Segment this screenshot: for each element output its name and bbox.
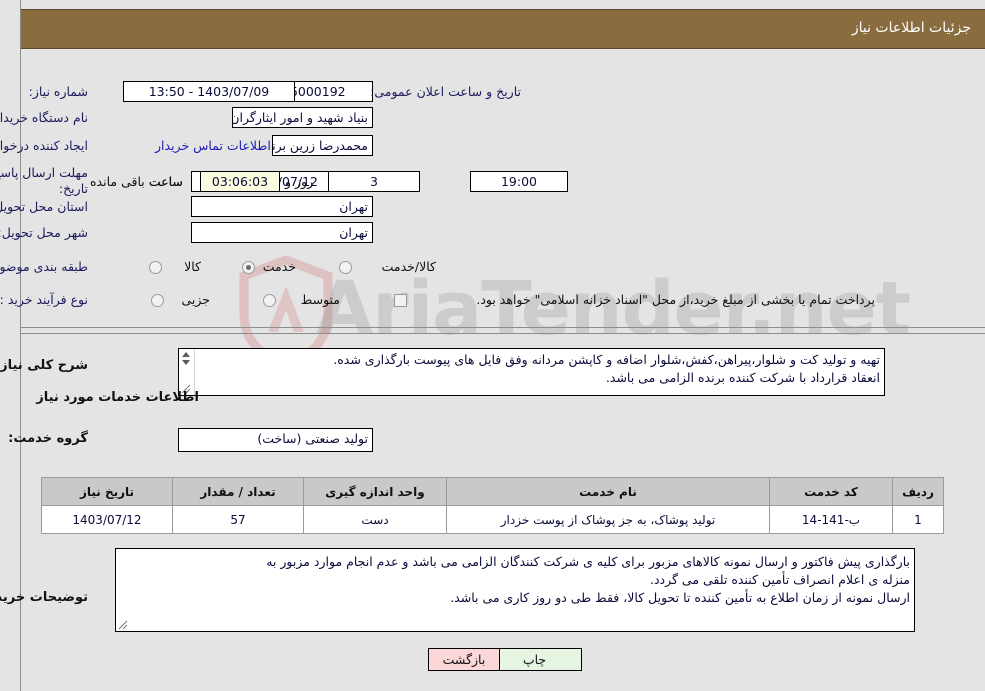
remaining-time-field: 03:06:03	[200, 171, 280, 192]
deadline-hour-field[interactable]: 19:00	[470, 171, 568, 192]
description-label: شرح کلی نیاز:	[0, 358, 88, 373]
province-label: استان محل تحویل:	[0, 199, 88, 214]
scroll-down-icon[interactable]	[182, 360, 190, 365]
cell-need-date: 1403/07/12	[41, 505, 173, 534]
category-radio-2[interactable]	[339, 261, 352, 274]
description-text: تهیه و تولید کت و شلوار،پیراهن،کفش،شلوار…	[333, 351, 880, 387]
description-scrollbar[interactable]	[179, 349, 195, 395]
category-radio-0[interactable]	[149, 261, 162, 274]
scroll-up-icon[interactable]	[182, 352, 190, 357]
description-line-0: تهیه و تولید کت و شلوار،پیراهن،کفش،شلوار…	[333, 352, 880, 367]
buyer-notes-label: توضیحات خریدار:	[0, 590, 88, 605]
process-radio-0[interactable]	[151, 294, 164, 307]
category-label-2: کالا/خدمت	[381, 259, 436, 274]
col-row-no: ردیف	[892, 477, 944, 506]
services-section-heading: اطلاعات خدمات مورد نیاز	[36, 390, 199, 405]
category-label-1: خدمت	[262, 259, 296, 274]
back-button[interactable]: بازگشت	[428, 648, 500, 671]
process-radio-1[interactable]	[263, 294, 276, 307]
form-divider-2	[21, 333, 985, 334]
buyer-notes-textarea[interactable]: بارگذاری پیش فاکتور و ارسال نمونه کالاها…	[115, 548, 915, 632]
buyer-notes-line-2: ارسال نمونه از زمان اطلاع به تأمین کننده…	[450, 590, 910, 605]
process-label-0: جزیی	[181, 292, 210, 307]
buyer-org-field[interactable]: بنیاد شهید و امور ایثارگران	[232, 107, 373, 128]
treasury-docs-text: پرداخت تمام یا بخشی از مبلغ خرید،از محل …	[476, 292, 875, 307]
col-service-code: کد خدمت	[769, 477, 893, 506]
need-number-label: شماره نیاز:	[28, 84, 88, 99]
col-service-name: نام خدمت	[446, 477, 770, 506]
service-group-label: گروه خدمت:	[8, 431, 88, 446]
city-field[interactable]: تهران	[191, 222, 373, 243]
requester-label: ایجاد کننده درخواست:	[0, 138, 88, 153]
process-label-1: متوسط	[300, 292, 340, 307]
remaining-days-field[interactable]: 3	[328, 171, 420, 192]
col-unit: واحد اندازه گیری	[303, 477, 447, 506]
print-button[interactable]: چاپ	[487, 648, 582, 671]
table-row[interactable]: 1 ب-141-14 تولید پوشاک، به جز پوشاک از پ…	[41, 505, 944, 534]
description-textarea[interactable]: تهیه و تولید کت و شلوار،پیراهن،کفش،شلوار…	[178, 348, 885, 396]
category-label-0: کالا	[184, 259, 201, 274]
table-header-row: ردیف کد خدمت نام خدمت واحد اندازه گیری ت…	[41, 477, 944, 506]
deadline-label-line2: تاریخ:	[58, 181, 88, 196]
cell-row-no: 1	[892, 505, 944, 534]
deadline-label-line1: مهلت ارسال پاسخ: تا	[0, 165, 88, 180]
buyer-notes-line-0: بارگذاری پیش فاکتور و ارسال نمونه کالاها…	[266, 554, 910, 569]
remaining-days-suffix: روز و	[285, 174, 314, 189]
resize-grip-icon[interactable]	[118, 620, 128, 630]
cell-service-name: تولید پوشاک، به جز پوشاک از پوست خزدار	[446, 505, 770, 534]
announce-datetime-label: تاریخ و ساعت اعلان عمومی:	[370, 84, 521, 99]
description-line-1: انعقاد قرارداد با شرکت کننده برنده الزام…	[605, 370, 880, 385]
announce-datetime-field[interactable]: 1403/07/09 - 13:50	[123, 81, 295, 102]
cell-quantity: 57	[172, 505, 304, 534]
province-field[interactable]: تهران	[191, 196, 373, 217]
col-quantity: تعداد / مقدار	[172, 477, 304, 506]
remaining-time-suffix: ساعت باقی مانده	[90, 174, 183, 189]
requester-field[interactable]: محمدرضا زرین برنا کارشناس مسئول بنیاد شه…	[272, 135, 373, 156]
cell-unit: دست	[303, 505, 447, 534]
category-radio-1[interactable]	[242, 261, 255, 274]
treasury-docs-checkbox[interactable]	[394, 294, 407, 307]
process-label: نوع فرآیند خرید :	[0, 292, 88, 307]
buyer-notes-text: بارگذاری پیش فاکتور و ارسال نمونه کالاها…	[266, 553, 910, 607]
form-divider-1	[21, 327, 985, 328]
buyer-notes-scrollbar[interactable]	[116, 549, 131, 631]
cell-service-code: ب-141-14	[769, 505, 893, 534]
city-label: شهر محل تحویل:	[0, 225, 88, 240]
buyer-contact-link[interactable]: اطلاعات تماس خریدار	[155, 138, 271, 153]
page-root: AriaTender.net جزئیات اطلاعات نیاز شماره…	[0, 0, 985, 691]
buyer-org-label: نام دستگاه خریدار:	[0, 110, 88, 125]
services-table: ردیف کد خدمت نام خدمت واحد اندازه گیری ت…	[41, 477, 944, 534]
category-label: طبقه بندی موضوعی:	[0, 259, 88, 274]
page-header-bar: جزئیات اطلاعات نیاز	[21, 9, 985, 49]
page-title: جزئیات اطلاعات نیاز	[851, 20, 971, 36]
buyer-notes-line-1: منزله ی اعلام انصراف تأمین کننده تلقی می…	[650, 572, 910, 587]
service-group-field[interactable]: تولید صنعتی (ساخت)	[178, 428, 373, 452]
col-need-date: تاریخ نیاز	[41, 477, 173, 506]
